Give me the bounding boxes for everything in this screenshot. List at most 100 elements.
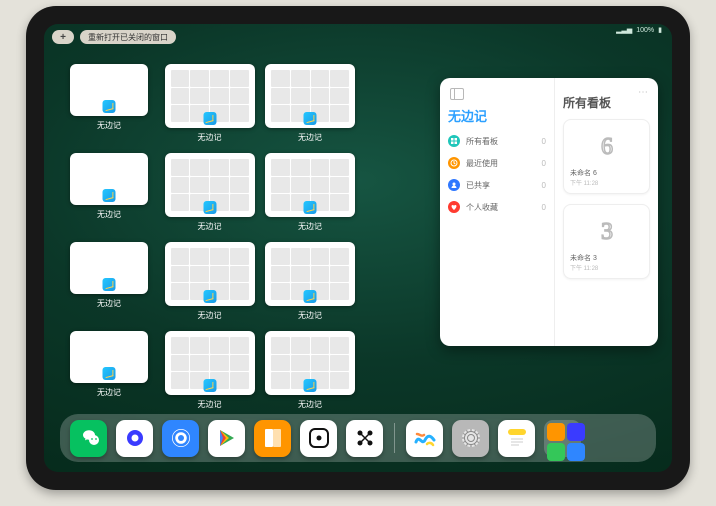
- switcher-window[interactable]: 无边记: [271, 153, 349, 232]
- window-thumbnail: [265, 64, 355, 128]
- status-bar: ▂▃▅ 100% ▮: [616, 26, 662, 34]
- dock-separator: [394, 423, 395, 453]
- switcher-window[interactable]: 无边记: [70, 153, 148, 232]
- panel-sidebar: 无边记 所有看板0最近使用0已共享0个人收藏0: [440, 78, 554, 346]
- heart-icon: [448, 201, 460, 213]
- window-label: 无边记: [298, 132, 322, 143]
- switcher-window[interactable]: 无边记: [70, 64, 148, 143]
- window-thumbnail: [165, 331, 255, 395]
- freeform-app-icon: [203, 379, 216, 392]
- dock-settings-icon[interactable]: [452, 420, 489, 457]
- battery-icon: ▮: [658, 26, 662, 34]
- dock-play-icon[interactable]: [208, 420, 245, 457]
- switcher-window[interactable]: 无边记: [70, 331, 148, 410]
- freeform-app-icon: [304, 112, 317, 125]
- app-switcher-grid: 无边记无边记无边记无边记无边记无边记无边记无边记无边记无边记无边记无边记: [70, 64, 450, 410]
- window-thumbnail: [165, 242, 255, 306]
- window-thumbnail: [165, 64, 255, 128]
- window-thumbnail: [265, 331, 355, 395]
- dock-wechat-icon[interactable]: [70, 420, 107, 457]
- sidebar-item-label: 所有看板: [466, 136, 498, 147]
- clock-icon: [448, 157, 460, 169]
- plus-icon: +: [60, 32, 66, 43]
- board-title: 未命名 6: [570, 168, 643, 178]
- signal-icon: ▂▃▅: [616, 26, 632, 34]
- window-thumbnail: [70, 153, 148, 205]
- reopen-closed-window-button[interactable]: 重新打开已关闭的窗口: [80, 30, 176, 44]
- dock-books-icon[interactable]: [254, 420, 291, 457]
- board-subtitle: 下午 11:28: [570, 178, 643, 187]
- panel-content: 所有看板 6未命名 6下午 11:283未命名 3下午 11:28: [554, 78, 658, 346]
- svg-text:3: 3: [601, 219, 613, 245]
- switcher-window[interactable]: 无边记: [171, 153, 249, 232]
- window-thumbnail: [70, 64, 148, 116]
- dock-dice-icon[interactable]: [300, 420, 337, 457]
- board-card[interactable]: 6 未命名 6下午 11:28: [563, 119, 650, 194]
- switcher-window[interactable]: 无边记: [271, 242, 349, 321]
- switcher-window[interactable]: 无边记: [171, 331, 249, 410]
- window-thumbnail: [165, 153, 255, 217]
- sidebar-item-count: 0: [542, 203, 546, 212]
- board-subtitle: 下午 11:28: [570, 263, 643, 272]
- window-label: 无边记: [198, 221, 222, 232]
- window-label: 无边记: [298, 310, 322, 321]
- switcher-window[interactable]: 无边记: [271, 331, 349, 410]
- window-label: 无边记: [97, 120, 121, 131]
- add-window-button[interactable]: +: [52, 30, 74, 44]
- ipad-screen: ▂▃▅ 100% ▮ + 重新打开已关闭的窗口 无边记无边记无边记无边记无边记无…: [44, 24, 672, 472]
- freeform-window[interactable]: ⋯ 无边记 所有看板0最近使用0已共享0个人收藏0 所有看板 6未命名 6下午 …: [440, 78, 658, 346]
- sidebar-toggle-icon[interactable]: [450, 88, 464, 100]
- switcher-window[interactable]: 无边记: [171, 242, 249, 321]
- freeform-app-icon: [304, 201, 317, 214]
- freeform-app-icon: [203, 112, 216, 125]
- dock: [60, 414, 656, 462]
- window-label: 无边记: [198, 132, 222, 143]
- window-label: 无边记: [298, 399, 322, 410]
- sidebar-item[interactable]: 个人收藏0: [448, 201, 546, 213]
- freeform-app-icon: [203, 290, 216, 303]
- sidebar-item-count: 0: [542, 181, 546, 190]
- dock-dots-icon[interactable]: [346, 420, 383, 457]
- sidebar-item[interactable]: 所有看板 0: [448, 135, 546, 147]
- sidebar-item-label: 已共享: [466, 180, 490, 191]
- sidebar-item[interactable]: 已共享 0: [448, 179, 546, 191]
- freeform-app-icon: [304, 379, 317, 392]
- window-thumbnail: [70, 242, 148, 294]
- board-thumbnail: 6: [587, 126, 627, 166]
- freeform-app-icon: [103, 100, 116, 113]
- dock-recent-apps[interactable]: [544, 420, 581, 457]
- board-thumbnail: 3: [587, 211, 627, 251]
- dock-freeform-icon[interactable]: [406, 420, 443, 457]
- window-label: 无边记: [198, 399, 222, 410]
- board-title: 未命名 3: [570, 253, 643, 263]
- window-label: 无边记: [198, 310, 222, 321]
- ipad-device: ▂▃▅ 100% ▮ + 重新打开已关闭的窗口 无边记无边记无边记无边记无边记无…: [26, 6, 690, 490]
- svg-text:6: 6: [601, 134, 613, 160]
- panel-right-title: 所有看板: [563, 94, 650, 111]
- freeform-app-icon: [304, 290, 317, 303]
- sidebar-item-label: 最近使用: [466, 158, 498, 169]
- freeform-app-icon: [203, 201, 216, 214]
- switcher-window[interactable]: 无边记: [70, 242, 148, 321]
- recent-app-mini-icon: [547, 423, 565, 441]
- board-card[interactable]: 3 未命名 3下午 11:28: [563, 204, 650, 279]
- switcher-window[interactable]: 无边记: [171, 64, 249, 143]
- grid-icon: [448, 135, 460, 147]
- switcher-window[interactable]: 无边记: [271, 64, 349, 143]
- battery-text: 100%: [636, 27, 654, 34]
- window-label: 无边记: [298, 221, 322, 232]
- window-thumbnail: [70, 331, 148, 383]
- window-thumbnail: [265, 242, 355, 306]
- window-label: 无边记: [97, 209, 121, 220]
- dock-qqbrowser-icon[interactable]: [162, 420, 199, 457]
- person-icon: [448, 179, 460, 191]
- dock-quark-icon[interactable]: [116, 420, 153, 457]
- sidebar-item-count: 0: [542, 137, 546, 146]
- recent-app-mini-icon: [567, 423, 585, 441]
- freeform-app-icon: [103, 367, 116, 380]
- recent-app-mini-icon: [567, 443, 585, 461]
- window-label: 无边记: [97, 298, 121, 309]
- window-label: 无边记: [97, 387, 121, 398]
- sidebar-item[interactable]: 最近使用0: [448, 157, 546, 169]
- dock-notes-icon[interactable]: [498, 420, 535, 457]
